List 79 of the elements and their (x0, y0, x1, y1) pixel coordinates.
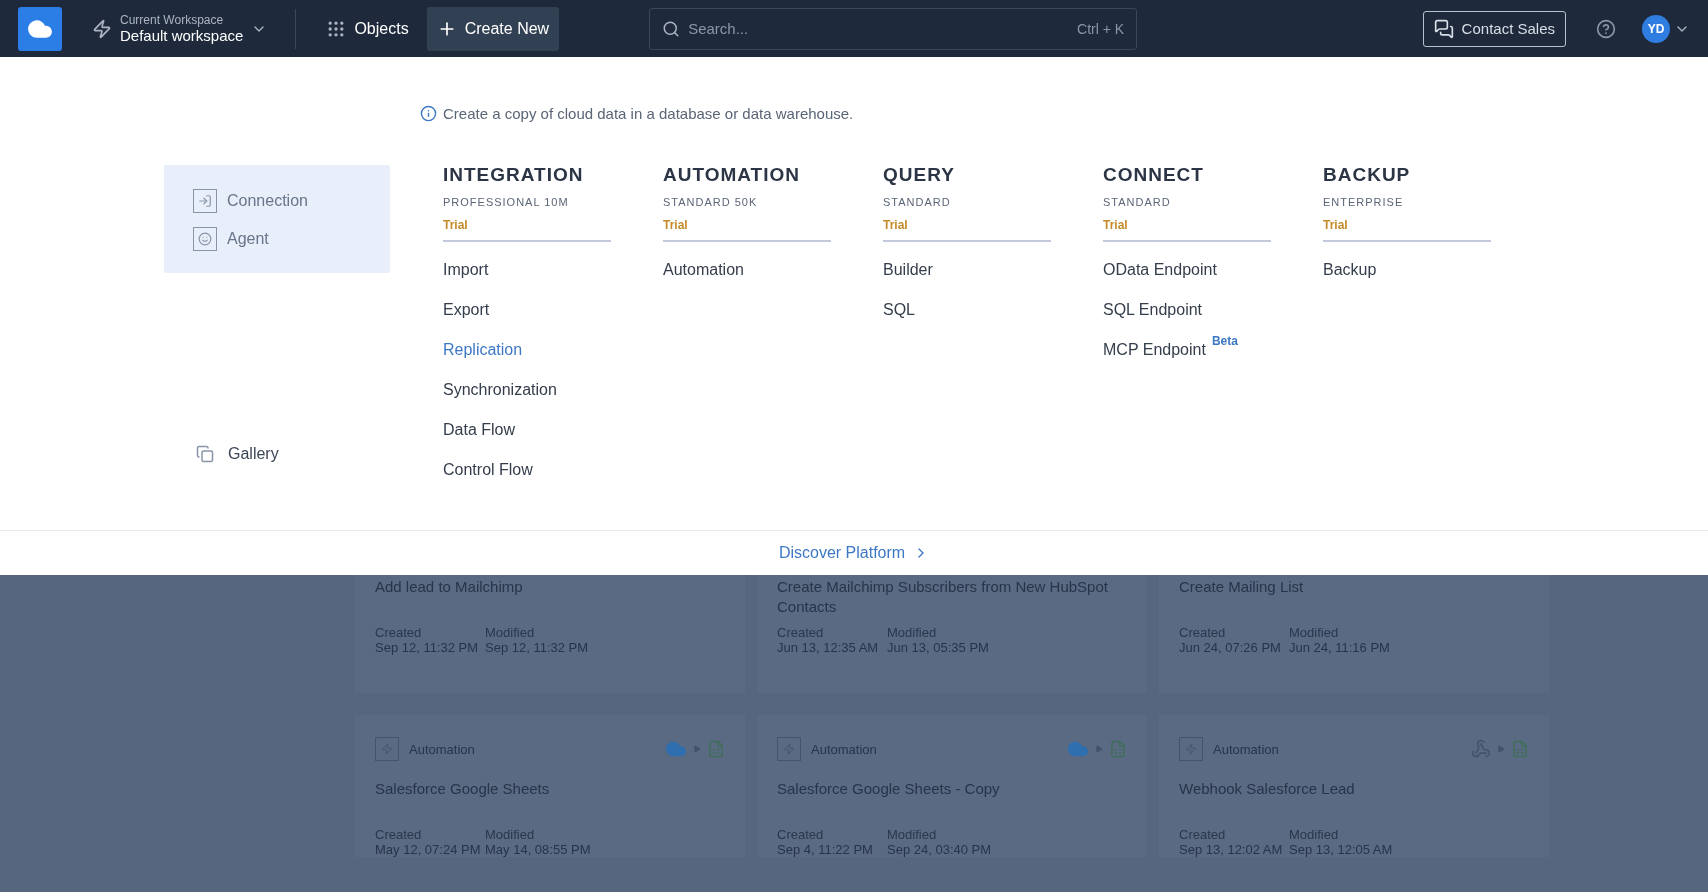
card-title: Create Mailchimp Subscribers from New HubSpot Contacts (777, 577, 1109, 617)
agent-icon (193, 227, 217, 251)
arrow-icon (693, 745, 701, 753)
copy-icon (196, 445, 214, 463)
card-title: Salesforce Google Sheets (375, 779, 551, 799)
menu-item[interactable]: Synchronization (443, 380, 557, 400)
menu-item[interactable]: OData Endpoint (1103, 260, 1217, 280)
card-title: Salesforce Google Sheets - Copy (777, 779, 1001, 799)
webhook-icon (1471, 739, 1491, 759)
card-type: Automation (811, 741, 877, 757)
modified-date: Jun 13, 05:35 PM (887, 640, 990, 655)
info-icon (420, 105, 437, 122)
created-date: May 12, 07:24 PM (375, 842, 482, 857)
plan-status: Trial (1323, 218, 1491, 242)
menu-item[interactable]: Builder (883, 260, 933, 280)
card-title: Create Mailing List (1179, 577, 1305, 597)
modified-date: Jun 24, 11:16 PM (1289, 640, 1391, 655)
workspace-name[interactable]: Default workspace (120, 27, 244, 44)
product-title: AUTOMATION (663, 164, 801, 186)
modified-date: Sep 12, 11:32 PM (485, 640, 590, 655)
discover-platform-link[interactable]: Discover Platform (778, 544, 930, 562)
menu-item[interactable]: Data Flow (443, 420, 516, 440)
plan-status: Trial (883, 218, 1051, 242)
product-title: INTEGRATION (443, 164, 585, 186)
modified-date: Sep 24, 03:40 PM (887, 842, 993, 857)
arrow-icon (1095, 745, 1103, 753)
menu-item[interactable]: MCP Endpoint (1103, 340, 1206, 360)
arrow-icon (1497, 745, 1505, 753)
workspace-icon (92, 18, 112, 39)
shortcut-hint: Ctrl + K (1077, 20, 1125, 37)
create-new-button[interactable]: Create New (426, 6, 560, 51)
created-date: Sep 12, 11:32 PM (375, 640, 480, 655)
gallery-link[interactable]: Gallery (196, 445, 390, 463)
contact-sales-button[interactable]: Contact Sales (1422, 10, 1566, 47)
plan-name: ENTERPRISE (1323, 196, 1405, 208)
menu-item[interactable]: Import (443, 260, 489, 280)
help-icon[interactable] (1596, 18, 1616, 39)
plan-status: Trial (1103, 218, 1271, 242)
plan-name: STANDARD (1103, 196, 1172, 208)
card-type: Automation (409, 741, 475, 757)
created-date: Jun 13, 12:35 AM (777, 640, 880, 655)
search-icon (662, 19, 681, 38)
menu-item[interactable]: Automation (663, 260, 744, 280)
sheet-icon (1109, 740, 1127, 758)
card-type: Automation (1213, 741, 1279, 757)
objects-button[interactable]: Objects (316, 6, 419, 51)
login-icon (193, 189, 217, 213)
menu-item[interactable]: Control Flow (443, 460, 533, 480)
modified-date: Sep 13, 12:05 AM (1289, 842, 1394, 857)
beta-label: Beta (1211, 334, 1238, 348)
modified-date: May 14, 08:55 PM (485, 842, 592, 857)
sheet-icon (1511, 740, 1529, 758)
created-date: Jun 24, 07:26 PM (1179, 640, 1282, 655)
menu-item[interactable]: Replication (443, 340, 523, 360)
search-field[interactable]: Search... Ctrl + K (649, 7, 1138, 50)
search-input[interactable]: Search... (686, 19, 1072, 38)
product-title: CONNECT (1103, 164, 1205, 186)
menu-item[interactable]: SQL Endpoint (1103, 300, 1203, 320)
workspace-label: Current Workspace (120, 13, 225, 27)
product-title: QUERY (883, 164, 956, 186)
plan-name: STANDARD 50K (663, 196, 759, 208)
sidebar-item[interactable]: Connection (193, 189, 390, 213)
cloud-logo[interactable] (18, 6, 62, 51)
plan-status: Trial (663, 218, 831, 242)
plan-name: PROFESSIONAL 10M (443, 196, 570, 208)
plan-status: Trial (443, 218, 611, 242)
card-title: Webhook Salesforce Lead (1179, 779, 1356, 799)
chat-icon (1433, 18, 1454, 39)
sidebar-item[interactable]: Agent (193, 227, 390, 251)
card-title: Add lead to Mailchimp (375, 577, 524, 597)
sheet-icon (707, 740, 725, 758)
menu-item[interactable]: SQL (883, 300, 915, 320)
menu-item[interactable]: Backup (1323, 260, 1377, 280)
product-title: BACKUP (1323, 164, 1412, 186)
created-date: Sep 4, 11:22 PM (777, 842, 874, 857)
created-date: Sep 13, 12:02 AM (1179, 842, 1284, 857)
plan-name: STANDARD (883, 196, 952, 208)
menu-item[interactable]: Export (443, 300, 490, 320)
info-text: Create a copy of cloud data in a database or data warehouse. (443, 105, 854, 122)
